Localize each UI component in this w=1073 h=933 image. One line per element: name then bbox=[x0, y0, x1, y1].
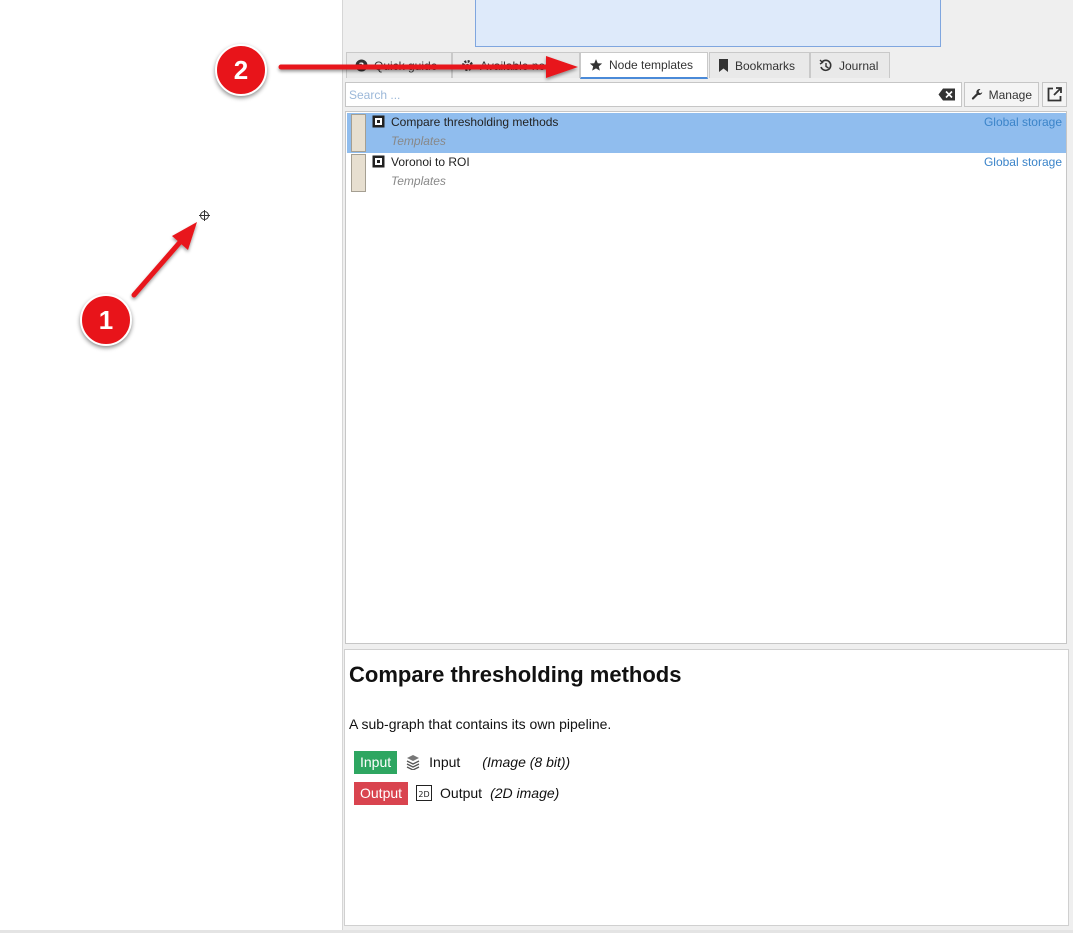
crosshair-cursor-icon bbox=[199, 210, 210, 221]
tab-quick-guide[interactable]: ? Quick guide bbox=[346, 52, 452, 78]
subgraph-node-icon bbox=[372, 155, 385, 168]
question-icon: ? bbox=[355, 59, 368, 72]
tab-node-templates[interactable]: Node templates bbox=[580, 52, 708, 79]
tab-label: Journal bbox=[839, 58, 879, 73]
wrench-icon bbox=[971, 88, 983, 100]
tab-label: Quick guide bbox=[374, 58, 438, 73]
input-name: Input bbox=[429, 754, 461, 770]
input-slot: Input Input (Image (8 bit)) bbox=[354, 750, 570, 774]
output-badge: Output bbox=[354, 781, 409, 805]
callout-badge-2: 2 bbox=[215, 44, 267, 96]
external-link-icon bbox=[1047, 87, 1062, 102]
preview-viewport[interactable] bbox=[475, 0, 941, 47]
search-input[interactable] bbox=[345, 82, 962, 107]
input-badge: Input bbox=[354, 750, 398, 774]
details-title: Compare thresholding methods bbox=[349, 662, 682, 687]
search-toolbar: Manage bbox=[343, 82, 1073, 110]
tab-journal[interactable]: Journal bbox=[810, 52, 890, 78]
manage-button[interactable]: Manage bbox=[964, 82, 1039, 107]
preview-area bbox=[343, 0, 1073, 48]
svg-text:?: ? bbox=[359, 62, 364, 72]
image-stack-icon bbox=[406, 755, 420, 770]
tab-bar: ? Quick guide Available no Node template… bbox=[343, 52, 1073, 80]
graph-canvas[interactable] bbox=[0, 0, 343, 933]
2d-image-icon: 2D bbox=[416, 785, 433, 801]
tab-label: Node templates bbox=[609, 58, 694, 72]
template-category: Templates bbox=[391, 174, 446, 188]
template-title: Compare thresholding methods bbox=[391, 115, 559, 129]
tab-bookmarks[interactable]: Bookmarks bbox=[709, 52, 810, 78]
popout-button[interactable] bbox=[1042, 82, 1067, 107]
template-storage: Global storage bbox=[983, 155, 1062, 169]
template-category: Templates bbox=[391, 134, 446, 148]
manage-label: Manage bbox=[988, 87, 1032, 102]
template-details: Compare thresholding methods A sub-graph… bbox=[344, 649, 1069, 926]
right-dock-panel: ? Quick guide Available no Node template… bbox=[343, 0, 1073, 933]
input-type: (Image (8 bit)) bbox=[482, 754, 571, 770]
output-slot: Output 2D Output (2D image) bbox=[354, 781, 559, 805]
star-icon bbox=[589, 59, 603, 71]
subgraph-node-icon bbox=[372, 115, 385, 128]
gear-icon bbox=[462, 60, 473, 71]
tab-label: Bookmarks bbox=[735, 58, 796, 73]
journal-icon bbox=[819, 59, 832, 71]
tab-label: Available no bbox=[480, 58, 546, 73]
list-item[interactable]: Compare thresholding methods Templates G… bbox=[347, 113, 1066, 153]
template-list: Compare thresholding methods Templates G… bbox=[345, 111, 1067, 644]
callout-badge-1: 1 bbox=[80, 294, 132, 346]
output-name: Output bbox=[440, 785, 483, 801]
details-description: A sub-graph that contains its own pipeli… bbox=[349, 716, 612, 732]
template-title: Voronoi to ROI bbox=[391, 155, 470, 169]
template-color-swatch bbox=[351, 114, 366, 152]
list-item[interactable]: Voronoi to ROI Templates Global storage bbox=[347, 153, 1066, 193]
bookmark-icon bbox=[719, 59, 728, 72]
template-color-swatch bbox=[351, 154, 366, 192]
template-storage: Global storage bbox=[983, 115, 1062, 129]
clear-search-icon[interactable] bbox=[938, 88, 956, 101]
svg-text:2D: 2D bbox=[418, 790, 429, 799]
tab-available-nodes[interactable]: Available no bbox=[452, 52, 580, 78]
output-type: (2D image) bbox=[490, 785, 560, 801]
